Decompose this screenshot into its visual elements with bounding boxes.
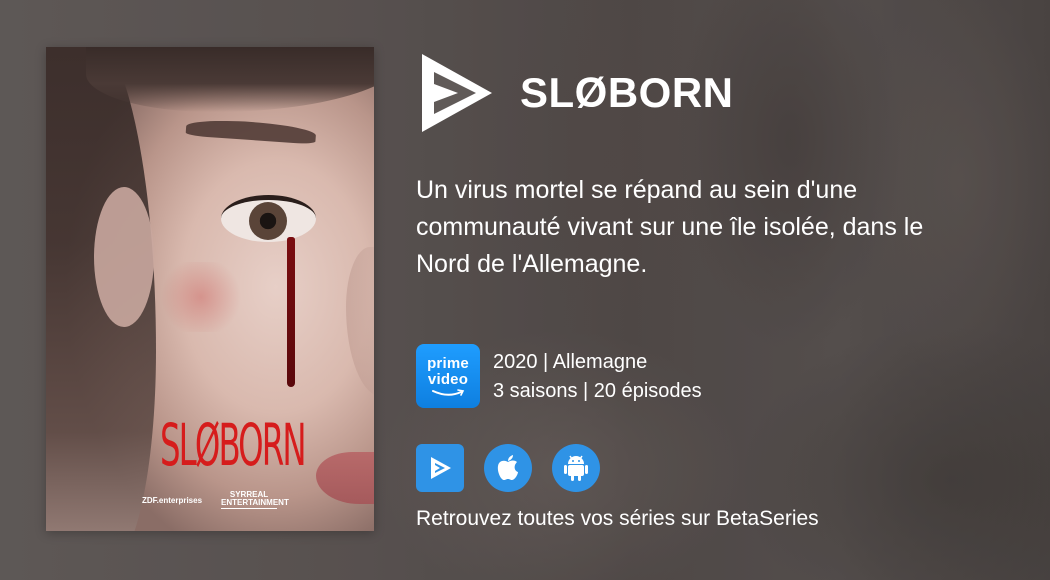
- betaseries-play-logo-icon[interactable]: [418, 50, 496, 136]
- show-meta: 2020 | Allemagne 3 saisons | 20 épisodes: [493, 348, 702, 406]
- amazon-smile-icon: [432, 388, 465, 396]
- poster-blood-tear: [287, 237, 295, 387]
- poster-ear: [94, 187, 154, 327]
- show-title: SLØBORN: [520, 69, 734, 116]
- year-country: 2020 | Allemagne: [493, 351, 648, 373]
- poster-credit-zdf: ZDF.enterprises: [142, 496, 203, 505]
- poster-cheek: [156, 262, 246, 332]
- poster-hair-top: [86, 47, 374, 112]
- prime-video-icon[interactable]: prime video: [416, 344, 480, 408]
- app-store-links: [416, 444, 600, 492]
- seasons-episodes: 3 saisons | 20 épisodes: [493, 380, 702, 402]
- prime-label: prime: [427, 354, 469, 372]
- poster-iris: [249, 202, 287, 240]
- show-poster[interactable]: SLØBORN ZDF.enterprises SYRREAL ENTERTAI…: [46, 47, 374, 531]
- poster-eyebrow: [185, 117, 317, 145]
- poster-credit-syrreal: SYRREAL ENTERTAINMENT: [221, 490, 289, 509]
- video-label: video: [427, 370, 469, 388]
- poster-eye: [221, 195, 316, 242]
- cta-text: Retrouvez toutes vos séries sur BetaSeri…: [416, 507, 819, 530]
- show-synopsis: Un virus mortel se répand au sein d'une …: [416, 176, 924, 278]
- apple-icon[interactable]: [484, 444, 532, 492]
- betaseries-app-icon[interactable]: [416, 444, 464, 492]
- android-icon[interactable]: [552, 444, 600, 492]
- poster-nose: [346, 247, 374, 397]
- poster-lips: [316, 452, 374, 504]
- poster-title: SLØBORN: [160, 411, 307, 479]
